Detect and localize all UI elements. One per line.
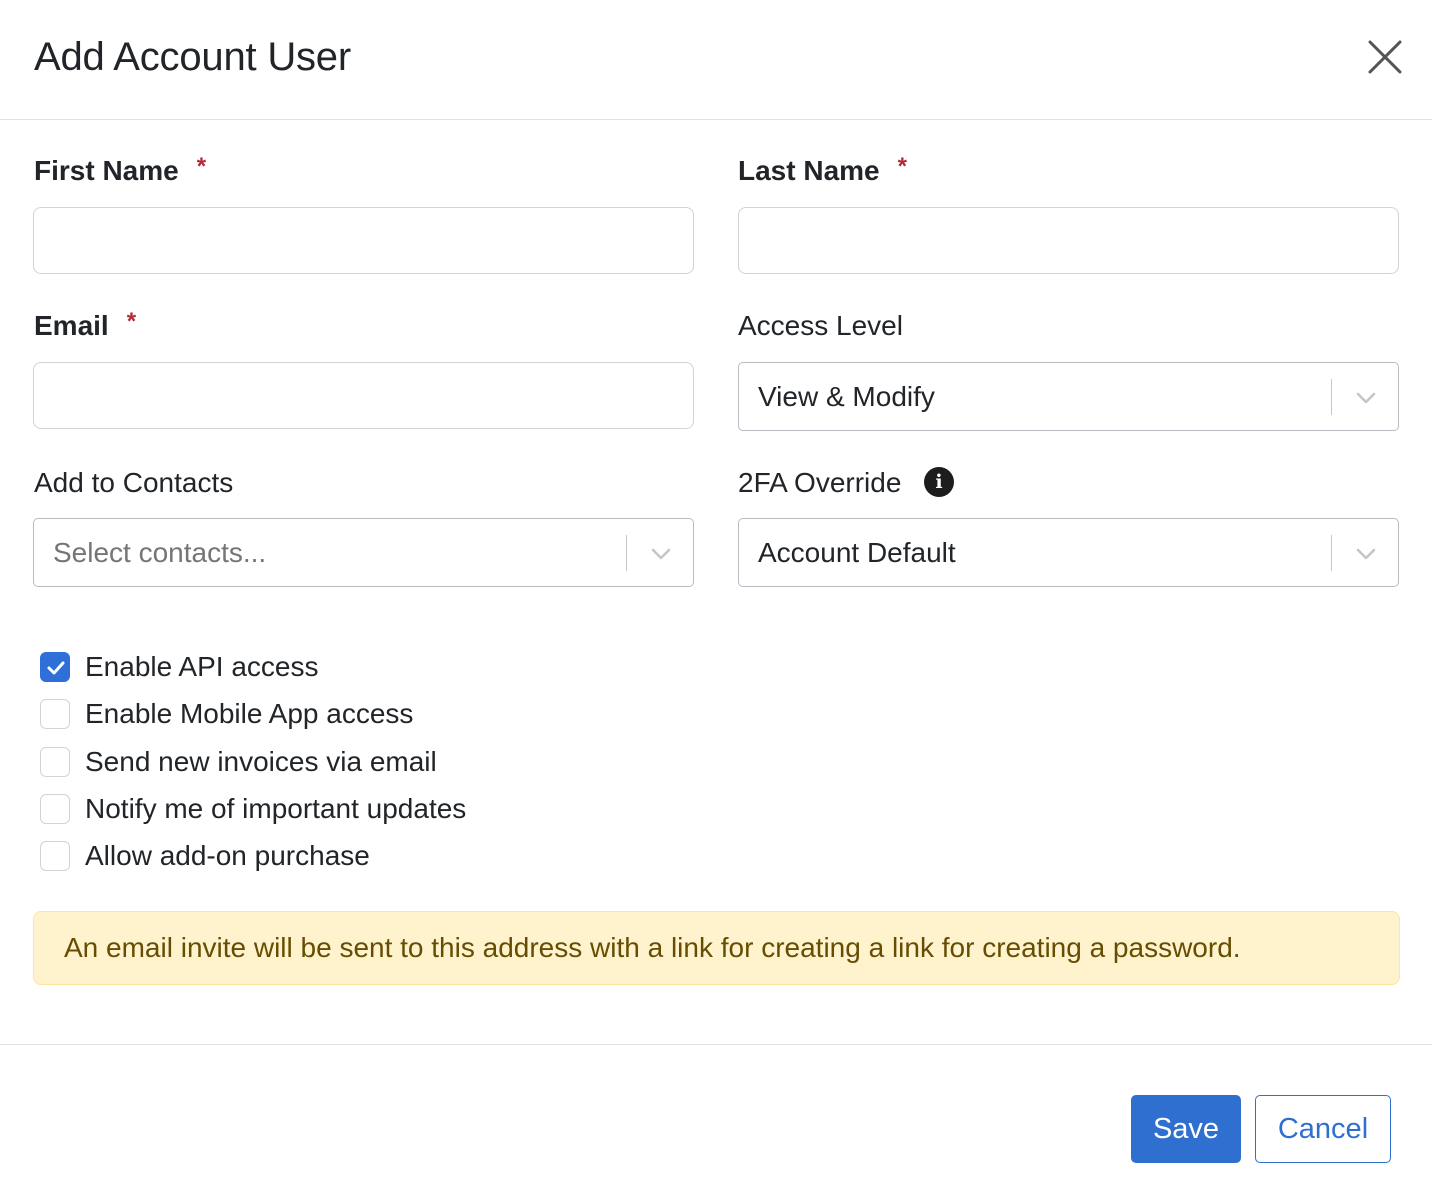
chevron-down-icon	[1356, 392, 1376, 404]
required-indicator: *	[196, 153, 207, 180]
footer-divider	[0, 1044, 1432, 1045]
api-access-checkbox[interactable]	[40, 652, 70, 682]
last-name-label: Last Name *	[738, 153, 907, 186]
checkmark-icon	[47, 661, 65, 675]
close-button[interactable]	[1366, 38, 1404, 76]
access-level-label: Access Level	[738, 310, 903, 341]
access-level-value: View & Modify	[758, 381, 935, 412]
required-indicator: *	[897, 153, 907, 180]
checkbox-label: Enable Mobile App access	[85, 698, 414, 729]
first-name-label: First Name *	[34, 153, 207, 186]
checkbox-label: Allow add-on purchase	[85, 840, 370, 871]
notify-updates-checkbox[interactable]	[40, 794, 70, 824]
twofa-override-label: 2FA Override	[738, 467, 902, 498]
chevron-down-icon	[1356, 548, 1376, 560]
contacts-select[interactable]: Select contacts...	[33, 518, 694, 587]
email-invite-alert: An email invite will be sent to this add…	[33, 911, 1400, 985]
modal-title: Add Account User	[34, 35, 351, 79]
send-invoices-checkbox[interactable]	[40, 747, 70, 777]
twofa-override-value: Account Default	[758, 537, 956, 568]
twofa-override-select[interactable]: Account Default	[738, 518, 1399, 587]
checkbox-row-mobile-app-access[interactable]: Enable Mobile App access	[40, 697, 413, 731]
cancel-button[interactable]: Cancel	[1255, 1095, 1391, 1163]
checkbox-row-send-invoices[interactable]: Send new invoices via email	[40, 745, 437, 779]
checkbox-label: Enable API access	[85, 651, 319, 682]
last-name-input[interactable]	[738, 207, 1399, 274]
required-indicator: *	[126, 308, 137, 335]
checkbox-row-notify-updates[interactable]: Notify me of important updates	[40, 792, 466, 826]
add-to-contacts-label: Add to Contacts	[34, 467, 234, 498]
access-level-select[interactable]: View & Modify	[738, 362, 1399, 431]
checkbox-label: Notify me of important updates	[85, 793, 467, 824]
close-icon	[1368, 40, 1402, 74]
save-button[interactable]: Save	[1131, 1095, 1241, 1163]
select-separator	[1331, 379, 1332, 415]
contacts-placeholder: Select contacts...	[53, 537, 267, 568]
email-input[interactable]	[33, 362, 694, 429]
checkbox-row-api-access[interactable]: Enable API access	[40, 650, 318, 684]
checkbox-label: Send new invoices via email	[85, 746, 437, 777]
mobile-app-access-checkbox[interactable]	[40, 699, 70, 729]
chevron-down-icon	[651, 548, 671, 560]
addon-purchase-checkbox[interactable]	[40, 841, 70, 871]
checkbox-row-addon-purchase[interactable]: Allow add-on purchase	[40, 839, 370, 873]
modal-header: Add Account User	[0, 0, 1432, 120]
add-account-user-modal: Add Account User First Name * Last Name * …	[0, 0, 1432, 1204]
info-icon[interactable]: i	[924, 467, 954, 497]
email-label: Email *	[34, 308, 137, 341]
first-name-input[interactable]	[33, 207, 694, 274]
select-separator	[1331, 535, 1332, 571]
select-separator	[626, 535, 627, 571]
